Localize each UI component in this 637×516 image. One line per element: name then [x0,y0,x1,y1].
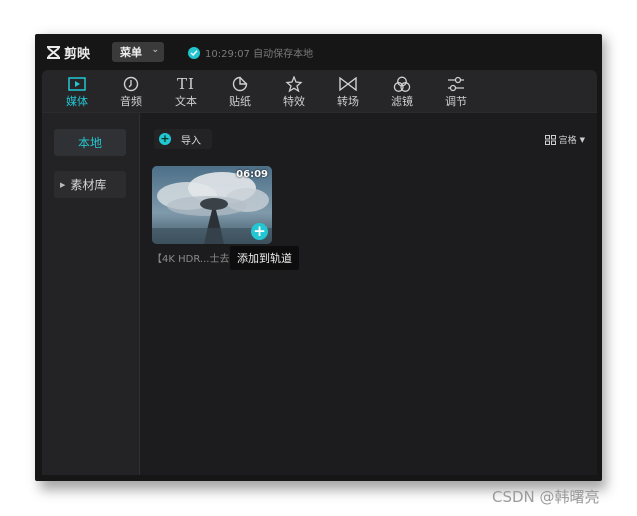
menu-button[interactable]: 菜单 ⌄ [112,42,164,62]
menu-label: 菜单 [120,46,142,59]
watermark: CSDN @韩曙亮 [492,488,600,506]
adjust-icon [436,74,476,94]
tab-sticker[interactable]: 贴纸 [220,74,260,110]
tab-label: 调节 [445,95,467,108]
tab-label: 转场 [337,95,359,108]
import-button[interactable]: + 导入 [154,129,212,149]
title-bar: 剪映 菜单 ⌄ 10:29:07 自动保存本地 [35,34,602,70]
media-panel: 本地 ▶ 素材库 + 导入 宫格 ▼ 06:09 + 【4K HDR...士去 … [42,112,597,475]
tab-label: 音频 [120,95,142,108]
import-label: 导入 [181,135,201,147]
app-name: 剪映 [64,47,91,62]
tab-label: 媒体 [66,95,88,108]
tab-adjust[interactable]: 调节 [436,74,476,110]
transition-icon [328,74,368,94]
audio-icon [111,74,151,94]
sidebar: 本地 ▶ 素材库 [42,113,140,475]
tab-effects[interactable]: 特效 [274,74,314,110]
tab-media[interactable]: 媒体 [57,74,97,110]
chevron-down-icon: ⌄ [151,45,159,55]
app-logo: 剪映 [46,43,90,62]
sidebar-item-library[interactable]: ▶ 素材库 [54,171,126,198]
add-to-track-tooltip: 添加到轨道 [230,246,299,270]
filter-icon [382,74,422,94]
tab-audio[interactable]: 音频 [111,74,151,110]
media-icon [57,74,97,94]
tab-label: 贴纸 [229,95,251,108]
video-duration: 06:09 [236,169,268,180]
sticker-icon [220,74,260,94]
plus-icon: + [159,132,171,145]
effects-icon [274,74,314,94]
media-title: 【4K HDR...士去 [152,254,230,265]
sidebar-item-local[interactable]: 本地 [54,129,126,156]
tab-label: 特效 [283,95,305,108]
tab-filter[interactable]: 滤镜 [382,74,422,110]
tab-label: 文本 [175,95,197,108]
sidebar-item-label: 本地 [77,136,102,150]
autosave-status: 10:29:07 自动保存本地 [188,45,313,60]
save-status-text: 10:29:07 自动保存本地 [205,49,314,60]
caret-down-icon: ▼ [579,135,585,144]
tab-text[interactable]: TI 文本 [166,74,206,110]
grid-view-icon [544,134,556,145]
tab-label: 滤镜 [391,95,413,108]
toolbar: 媒体 音频 TI 文本 贴纸 特效 转场 滤镜 调节 [42,70,597,112]
tab-transition[interactable]: 转场 [328,74,368,110]
view-mode-label: 宫格 [558,136,577,146]
sidebar-item-label: 素材库 [70,178,107,192]
app-window: 剪映 菜单 ⌄ 10:29:07 自动保存本地 媒体 音频 TI 文本 贴纸 特… [35,34,602,481]
caret-right-icon: ▶ [60,180,66,189]
add-to-track-icon[interactable]: + [251,223,268,240]
media-thumbnail[interactable]: 06:09 + [152,166,272,244]
view-mode-dropdown[interactable]: 宫格 ▼ [544,133,585,146]
text-icon: TI [177,75,195,93]
check-icon [188,46,200,59]
capcut-logo-icon [47,46,60,59]
